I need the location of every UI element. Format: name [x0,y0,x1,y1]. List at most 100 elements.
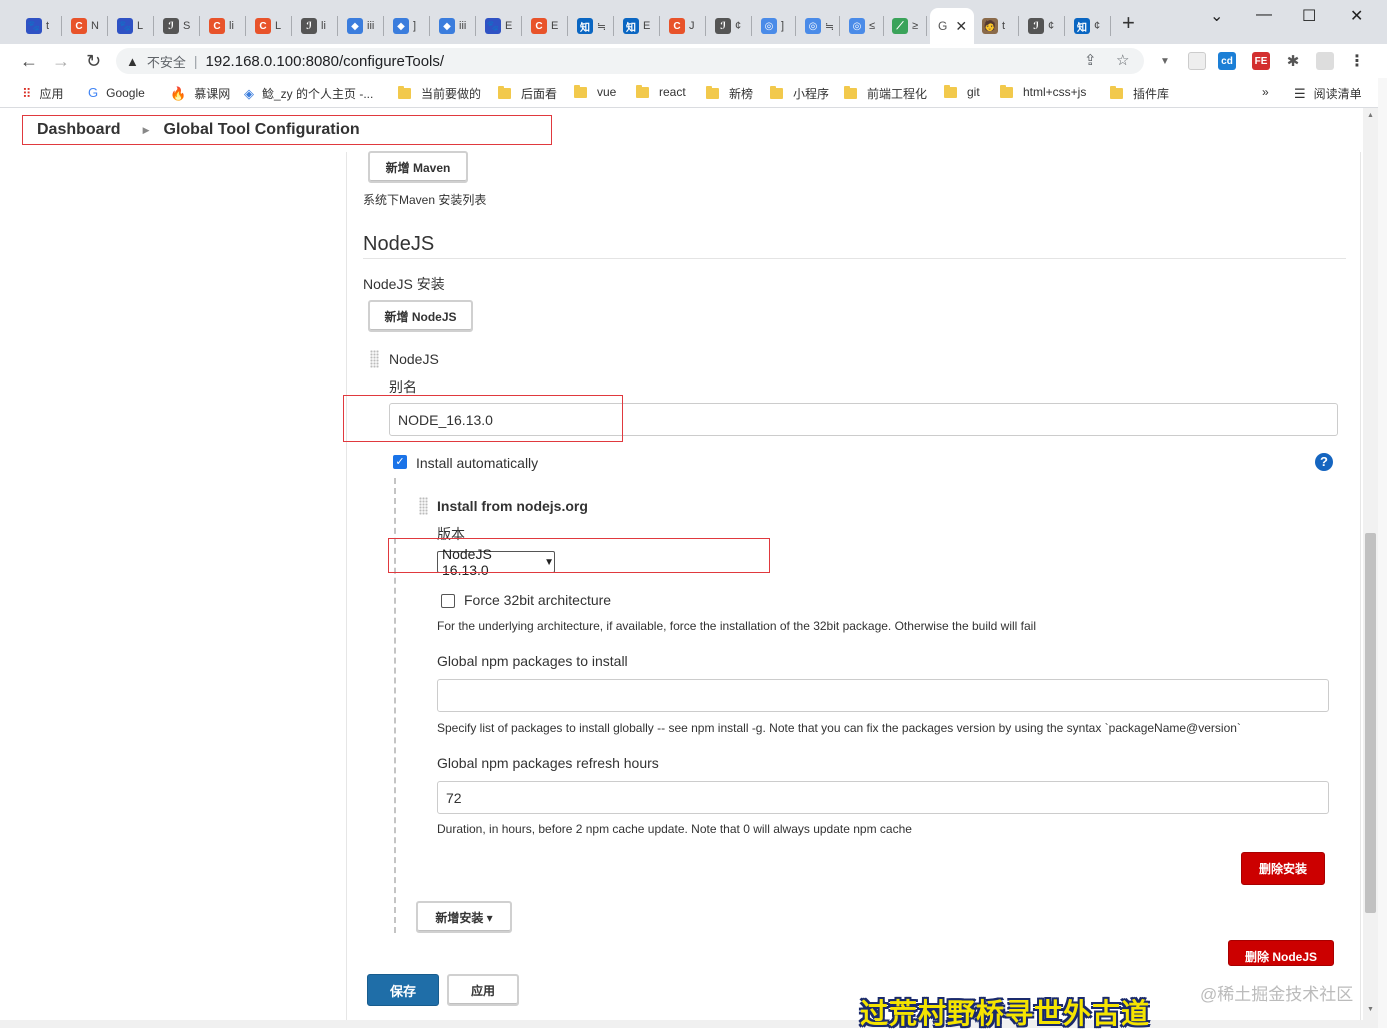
installer-drag-handle-icon[interactable] [419,497,428,515]
add-nodejs-button[interactable]: 新增 NodeJS [368,300,473,332]
profile-avatar[interactable] [1316,52,1334,70]
refresh-hours-input[interactable]: 72 [437,781,1329,814]
bookmark-item[interactable]: 后面看 [498,85,557,102]
bookmark-item[interactable]: html+css+js [1000,84,1086,99]
browser-tab[interactable]: CE [523,8,561,44]
tab-active[interactable]: G ✕ [930,8,974,44]
browser-tab[interactable]: ℐ ¢ [707,8,745,44]
menu-kebab-icon[interactable]: ⋮ [1348,52,1366,70]
tab-favicon-icon: ℐ [301,18,317,34]
insecure-label[interactable]: 不安全 [147,52,186,71]
tab-favicon-icon: ⟋ [892,18,908,34]
browser-toolbar: ← → ↻ ▲ 不安全 | 192.168.0.100:8080/configu… [0,44,1387,78]
tab-label: t [46,20,50,32]
force-32bit-checkbox[interactable] [441,594,455,608]
browser-tab[interactable]: CL [247,8,285,44]
new-tab-button[interactable]: + [1122,12,1135,34]
reload-button[interactable]: ↻ [86,50,101,72]
forward-button[interactable]: → [52,50,70,72]
back-button[interactable]: ← [20,50,38,72]
tab-favicon-icon: 知 [623,18,639,34]
bookmarks-overflow-button[interactable]: » [1262,85,1269,99]
bookmark-item[interactable]: 新榜 [706,85,753,102]
url-text[interactable]: 192.168.0.100:8080/configureTools/ [206,53,445,70]
alias-input[interactable]: NODE_16.13.0 [389,403,1338,436]
browser-tab[interactable]: 🐾 t [18,8,56,44]
breadcrumb-dashboard[interactable]: Dashboard [37,121,121,139]
tab-favicon-icon: C [531,18,547,34]
tab-separator [291,16,292,36]
tab-label: E [505,20,513,32]
share-icon[interactable]: ⇪ [1084,51,1097,69]
bookmark-item[interactable]: 🔥 慕课网 [170,85,230,102]
browser-tab[interactable]: ◎ ≤ [841,8,879,44]
bookmark-item[interactable]: ⠿ 应用 [22,85,64,102]
browser-tab[interactable]: ◎] [753,8,791,44]
csdn-extension-icon[interactable]: cd [1218,52,1236,70]
close-tab-icon[interactable]: ✕ [955,18,967,35]
scrollbar-thumb[interactable] [1365,533,1376,913]
browser-tab[interactable]: ℐli [293,8,331,44]
nodejs-section-title: NodeJS [363,233,435,255]
browser-tab[interactable]: CN [63,8,101,44]
bookmark-item[interactable]: react [636,84,686,99]
puzzle-icon[interactable]: ✱ [1284,52,1302,70]
maximize-button[interactable]: ☐ [1302,6,1316,26]
add-maven-button[interactable]: 新增 Maven [368,151,468,183]
browser-tab[interactable]: ⟋ ≥ [884,8,922,44]
minimize-button[interactable]: — [1256,6,1272,24]
breadcrumb-global-tool-config[interactable]: Global Tool Configuration [164,121,360,139]
bookmark-item[interactable]: ◈ 鲶_zy 的个人主页 -... [244,85,373,102]
delete-nodejs-button[interactable]: 删除 NodeJS [1228,940,1334,966]
npm-packages-help: Specify list of packages to install glob… [437,721,1241,735]
bookmark-item[interactable]: 插件库 [1110,85,1169,102]
page-scrollbar[interactable]: ▲ ▼ [1363,108,1378,1020]
reading-list-button[interactable]: ☰ 阅读清单 [1294,85,1362,102]
browser-tab[interactable]: 🐾 L [109,8,147,44]
browser-tab[interactable]: CJ [661,8,699,44]
bookmark-item[interactable]: G Google [88,85,145,100]
chevron-down-icon[interactable]: ⌄ [1210,6,1223,26]
browser-tab[interactable]: 知 ¢ [1066,8,1104,44]
alias-label: 别名 [389,379,417,395]
scroll-up-icon[interactable]: ▲ [1367,112,1374,119]
browser-tab[interactable]: ◆] [385,8,423,44]
warning-icon[interactable]: ▲ [126,54,139,69]
browser-tab[interactable]: ◆ iii [431,8,469,44]
scroll-down-icon[interactable]: ▼ [1367,1006,1374,1013]
add-installer-button[interactable]: 新增安装 ▾ [416,901,512,933]
vue-devtools-icon[interactable]: ▼ [1156,52,1174,70]
delete-installer-button[interactable]: 删除安装 [1241,852,1325,885]
tab-active-label: G [938,19,948,33]
browser-tab[interactable]: 知 ≒ [569,8,607,44]
npm-packages-input[interactable] [437,679,1329,712]
bookmark-item[interactable]: vue [574,84,616,99]
browser-tab[interactable]: Cli [201,8,239,44]
tab-favicon-icon: 🐾 [26,18,42,34]
close-window-button[interactable]: ✕ [1350,6,1363,26]
bookmark-item[interactable]: 小程序 [770,85,829,102]
install-automatically-checkbox[interactable]: ✓ [393,455,407,469]
address-bar[interactable]: ▲ 不安全 | 192.168.0.100:8080/configureTool… [116,48,1144,74]
extension-icon[interactable] [1188,52,1206,70]
fe-extension-icon[interactable]: FE [1252,52,1270,70]
browser-tab[interactable]: ℐ ¢ [1020,8,1058,44]
browser-tab[interactable]: 🐾 E [477,8,515,44]
bookmark-item[interactable]: git [944,84,980,99]
apply-button[interactable]: 应用 [447,974,519,1006]
browser-tab[interactable]: ℐS [155,8,193,44]
bookmark-item[interactable]: 当前要做的 [398,85,481,102]
tab-label: J [689,20,695,32]
breadcrumb-chevron-icon[interactable]: ▶ [143,125,150,136]
browser-tab[interactable]: ◎ ≒ [797,8,835,44]
browser-tab[interactable]: ◆ iii [339,8,377,44]
browser-tab[interactable]: 知E [615,8,653,44]
save-button[interactable]: 保存 [367,974,439,1006]
browser-tab[interactable]: 🧑 t [974,8,1012,44]
version-select[interactable]: NodeJS 16.13.0 ▼ [437,546,555,578]
video-subtitle: 过荒村野桥寻世外古道 [860,998,1151,1029]
drag-handle-icon[interactable] [370,350,379,368]
bookmark-star-icon[interactable]: ☆ [1116,51,1129,69]
help-icon[interactable]: ? [1315,453,1333,471]
bookmark-item[interactable]: 前端工程化 [844,85,927,102]
